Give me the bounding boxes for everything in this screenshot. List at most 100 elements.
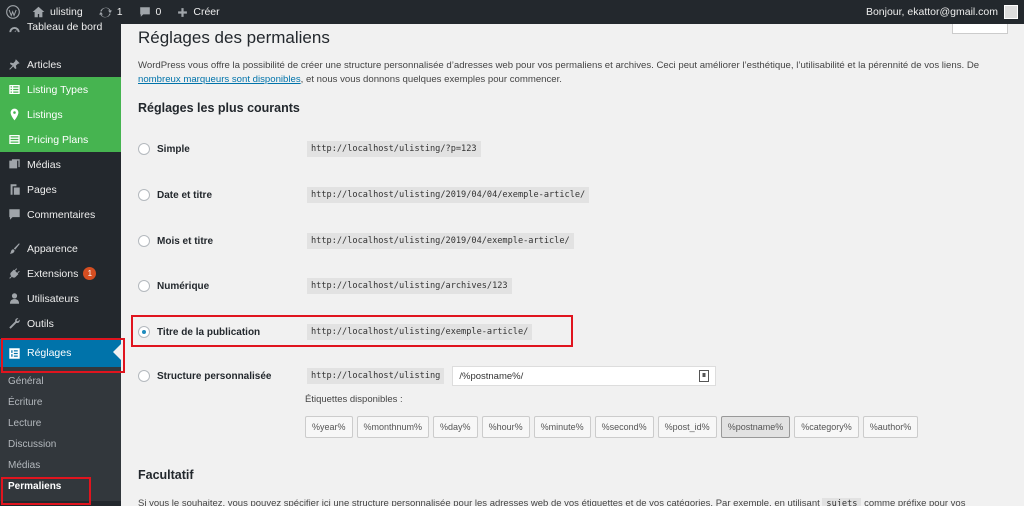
sidebar-item-label: Commentaires: [27, 208, 96, 221]
tag-day-button[interactable]: %day%: [433, 416, 478, 438]
radio-month-title[interactable]: [138, 235, 150, 247]
available-tags-link[interactable]: nombreux marqueurs sont disponibles: [138, 74, 301, 85]
my-account[interactable]: Bonjour, ekattor@gmail.com: [866, 5, 1024, 19]
comment-icon: [139, 6, 151, 18]
wordpress-logo-icon[interactable]: [0, 0, 26, 24]
sidebar-item-extensions[interactable]: Extensions 1: [0, 261, 121, 286]
optional-code: sujets: [822, 498, 862, 506]
radio-custom[interactable]: [138, 370, 150, 382]
sidebar-item-comments[interactable]: Commentaires: [0, 202, 121, 227]
optional-text-end: comme préfixe pour vos: [864, 498, 966, 506]
sidebar-item-label: Pages: [27, 183, 57, 196]
sidebar-item-label: Pricing Plans: [27, 133, 89, 146]
pin-icon: [7, 58, 21, 72]
option-label: Structure personnalisée: [157, 370, 272, 382]
optional-heading: Facultatif: [138, 468, 194, 482]
autofill-key-icon[interactable]: [699, 370, 710, 382]
option-row-simple[interactable]: Simple http://localhost/ulisting/?p=123: [138, 141, 481, 157]
custom-structure-value: /%postname%/: [459, 370, 524, 382]
tag-year-button[interactable]: %year%: [305, 416, 353, 438]
example-url: http://localhost/ulisting/exemple-articl…: [307, 324, 533, 340]
settings-submenu: Général Écriture Lecture Discussion Médi…: [0, 367, 121, 501]
comment-icon: [7, 208, 21, 222]
radio-numeric[interactable]: [138, 280, 150, 292]
sidebar-item-label: Tableau de bord: [27, 21, 103, 33]
sidebar-item-dashboard[interactable]: Tableau de bord: [0, 21, 121, 38]
sidebar-item-medias[interactable]: Médias: [0, 152, 121, 177]
tag-category-button[interactable]: %category%: [794, 416, 859, 438]
avatar: [1004, 5, 1018, 19]
intro-text-end: , et nous vous donnons quelques exemples…: [300, 74, 562, 85]
tag-second-button[interactable]: %second%: [594, 416, 654, 438]
tag-monthnum-button[interactable]: %monthnum%: [356, 416, 430, 438]
available-tags-label: Étiquettes disponibles :: [305, 394, 403, 405]
submenu-item-permalinks[interactable]: Permaliens: [0, 476, 121, 497]
plus-icon: [177, 7, 188, 18]
option-row-post-name[interactable]: Titre de la publication http://localhost…: [138, 324, 533, 340]
option-row-custom[interactable]: Structure personnalisée http://localhost…: [138, 366, 717, 386]
sidebar-item-listing-types[interactable]: Listing Types: [0, 77, 121, 102]
available-tags: %year% %monthnum% %day% %hour% %minute% …: [305, 416, 922, 438]
radio-date-title[interactable]: [138, 189, 150, 201]
intro-text: WordPress vous offre la possibilité de c…: [138, 59, 1018, 87]
comments-link[interactable]: 0: [133, 0, 168, 24]
plugin-icon: [7, 267, 21, 281]
option-row-numeric[interactable]: Numérique http://localhost/ulisting/arch…: [138, 278, 512, 294]
tag-hour-button[interactable]: %hour%: [481, 416, 530, 438]
help-tab-button[interactable]: [952, 24, 1008, 34]
sidebar-item-label: Extensions: [27, 267, 79, 280]
submenu-item-media[interactable]: Médias: [0, 455, 121, 476]
submenu-item-general[interactable]: Général: [0, 371, 121, 392]
table-icon: [7, 133, 21, 147]
custom-structure-input[interactable]: /%postname%/: [452, 366, 717, 386]
sidebar-item-articles[interactable]: Articles: [0, 52, 121, 77]
option-label: Date et titre: [157, 189, 213, 201]
example-url: http://localhost/ulisting/archives/123: [307, 278, 512, 294]
sidebar-item-label: Utilisateurs: [27, 292, 79, 305]
sidebar-item-pricing-plans[interactable]: Pricing Plans: [0, 127, 121, 152]
updates-count: 1: [116, 6, 123, 18]
comments-count: 0: [155, 6, 162, 18]
sidebar-item-label: Articles: [27, 58, 62, 71]
optional-text-start: Si vous le souhaitez, vous pouvez spécif…: [138, 498, 820, 506]
user-icon: [7, 292, 21, 306]
sidebar-item-settings[interactable]: Réglages: [0, 339, 121, 367]
radio-post-name[interactable]: [138, 326, 150, 338]
example-url: http://localhost/ulisting/2019/04/04/exe…: [307, 187, 590, 203]
submenu-item-discussion[interactable]: Discussion: [0, 434, 121, 455]
main-content: Réglages des permaliens WordPress vous o…: [121, 24, 1024, 506]
sidebar-item-appearance[interactable]: Apparence: [0, 236, 121, 261]
tag-post-id-button[interactable]: %post_id%: [657, 416, 717, 438]
common-settings-heading: Réglages les plus courants: [138, 101, 300, 115]
pages-icon: [7, 183, 21, 197]
option-label: Simple: [157, 143, 190, 155]
option-row-month-title[interactable]: Mois et titre http://localhost/ulisting/…: [138, 233, 574, 249]
submenu-item-reading[interactable]: Lecture: [0, 413, 121, 434]
base-url: http://localhost/ulisting: [307, 368, 445, 384]
new-content-link[interactable]: Créer: [171, 0, 225, 24]
option-label: Titre de la publication: [157, 326, 261, 338]
option-row-date-title[interactable]: Date et titre http://localhost/ulisting/…: [138, 187, 590, 203]
radio-simple[interactable]: [138, 143, 150, 155]
sidebar-item-label: Listings: [27, 108, 63, 121]
tag-postname-button[interactable]: %postname%: [720, 416, 791, 438]
location-pin-icon: [7, 108, 21, 122]
wrench-icon: [7, 317, 21, 331]
home-icon: [32, 6, 45, 18]
admin-sidebar: Tableau de bord Articles Listing Types L…: [0, 21, 121, 506]
sidebar-item-users[interactable]: Utilisateurs: [0, 286, 121, 311]
list-icon: [7, 83, 21, 97]
sidebar-item-label: Apparence: [27, 242, 78, 255]
sidebar-item-pages[interactable]: Pages: [0, 177, 121, 202]
sidebar-item-label: Listing Types: [27, 83, 89, 96]
optional-text: Si vous le souhaitez, vous pouvez spécif…: [138, 498, 965, 506]
sidebar-item-listings[interactable]: Listings: [0, 102, 121, 127]
admin-bar: ulisting 1 0 Créer Bonjour, ekattor@gmai…: [0, 0, 1024, 24]
submenu-item-writing[interactable]: Écriture: [0, 392, 121, 413]
sidebar-item-tools[interactable]: Outils: [0, 311, 121, 336]
sidebar-item-label: Médias: [27, 158, 61, 171]
site-name: ulisting: [50, 6, 83, 18]
tag-author-button[interactable]: %author%: [862, 416, 919, 438]
option-label: Mois et titre: [157, 235, 214, 247]
tag-minute-button[interactable]: %minute%: [533, 416, 591, 438]
